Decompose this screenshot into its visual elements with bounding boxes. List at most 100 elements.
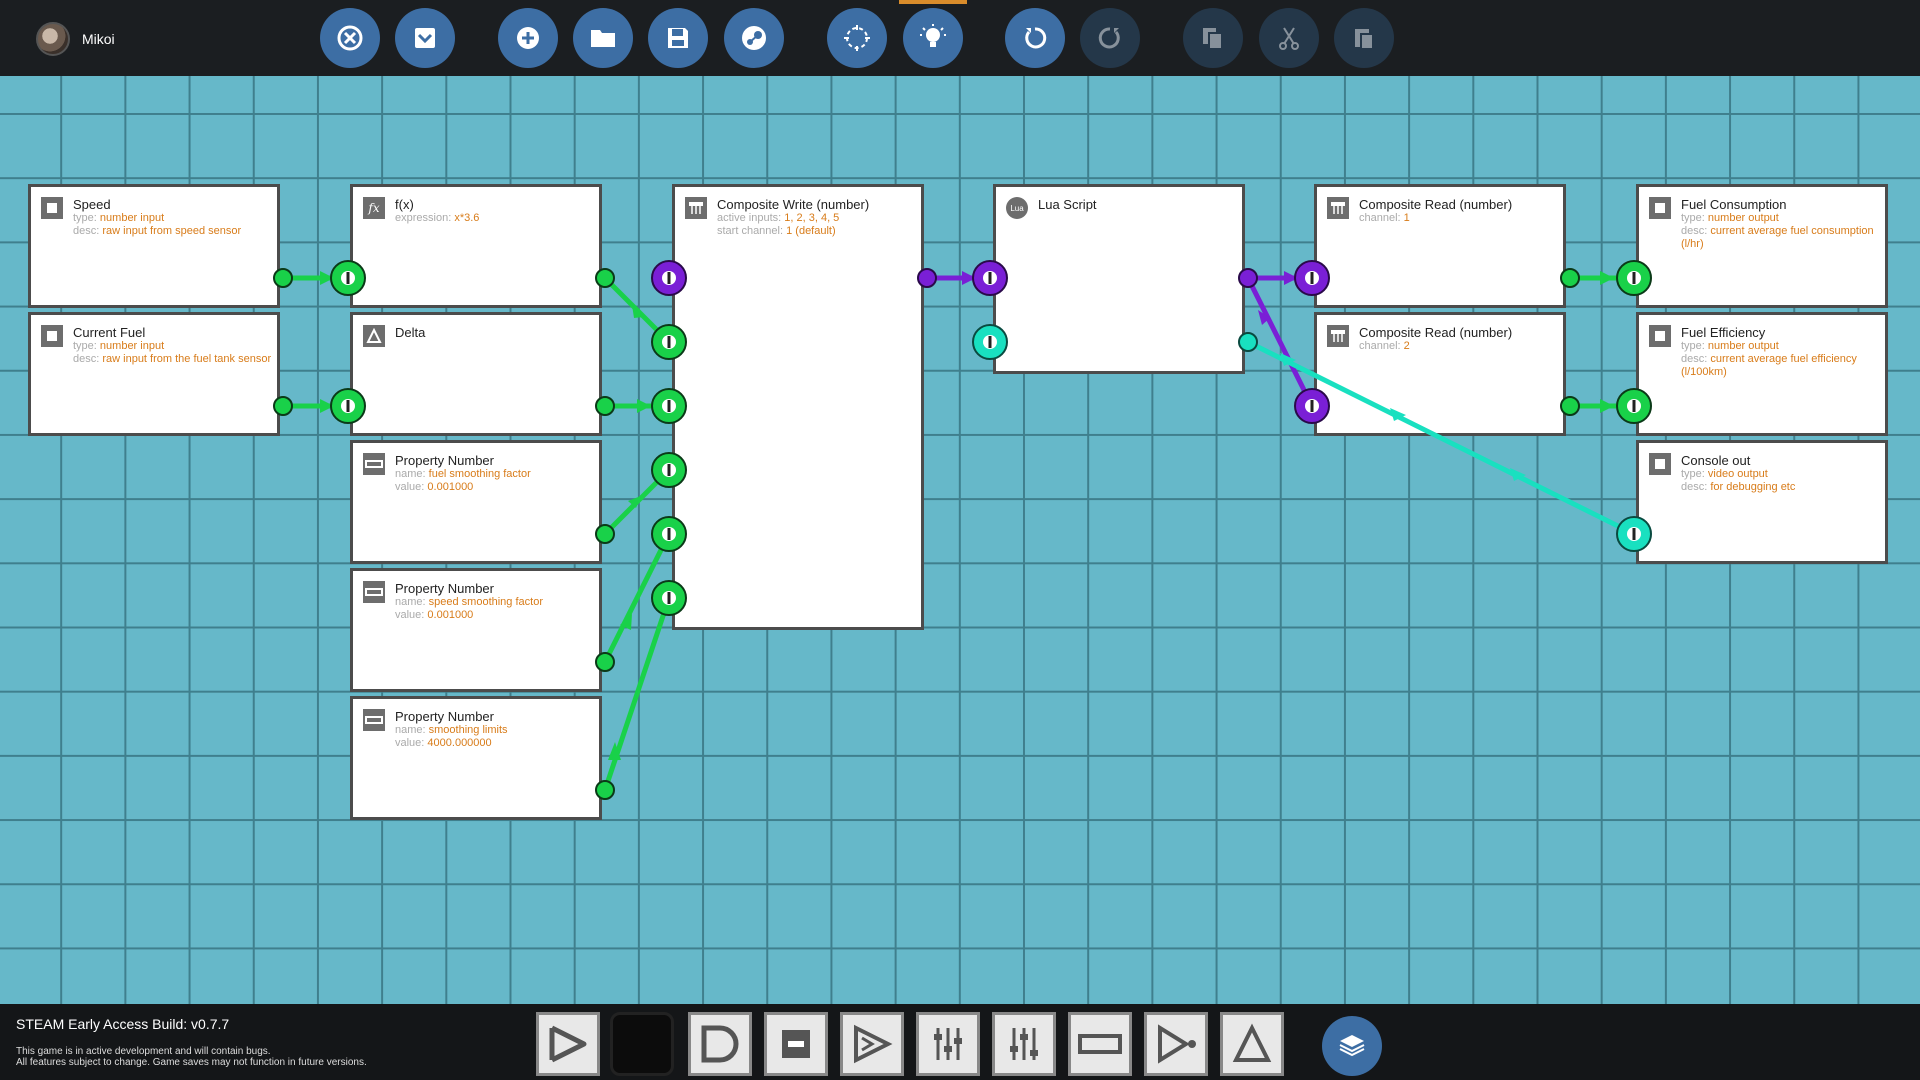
node-property-3[interactable]: Property Number name: smoothing limits va…	[350, 696, 602, 820]
blank-icon	[637, 1039, 647, 1049]
node-title: f(x)	[395, 197, 414, 212]
function-icon: fx	[363, 197, 385, 219]
close-button[interactable]	[320, 8, 380, 68]
select-icon	[844, 25, 870, 51]
node-property-2[interactable]: Property Number name: speed smoothing fa…	[350, 568, 602, 692]
node-composite-write[interactable]: Composite Write (number) active inputs: …	[672, 184, 924, 630]
node-title: Delta	[395, 325, 426, 340]
palette-sliders[interactable]	[916, 1012, 980, 1076]
palette-arrow[interactable]	[536, 1012, 600, 1076]
input-node-icon	[41, 197, 63, 219]
composite-write-icon	[685, 197, 707, 219]
composite-read-icon	[1327, 325, 1349, 347]
node-desc: channel: 2	[1359, 340, 1410, 352]
node-title: Property Number	[395, 709, 494, 724]
steam-button[interactable]	[724, 8, 784, 68]
node-speed[interactable]: Speed type: number input desc: raw input …	[28, 184, 280, 308]
node-desc: name: fuel smoothing factor value: 0.0010…	[395, 468, 531, 493]
palette-play-node[interactable]	[1144, 1012, 1208, 1076]
node-title: Composite Write (number)	[717, 197, 870, 212]
logic-canvas[interactable]	[0, 76, 1920, 1004]
build-info: STEAM Early Access Build: v0.7.7 This ga…	[16, 1016, 367, 1068]
split-icon	[854, 1024, 893, 1064]
output-node-icon	[1649, 197, 1671, 219]
node-title: Property Number	[395, 581, 494, 596]
delta-icon	[1232, 1023, 1272, 1062]
build-note: This game is in active development and w…	[16, 1046, 271, 1057]
save-button[interactable]	[648, 8, 708, 68]
palette-and-gate[interactable]	[688, 1012, 752, 1076]
select-button[interactable]	[827, 8, 887, 68]
property-icon	[1078, 1034, 1122, 1054]
undo-button[interactable]	[1005, 8, 1065, 68]
node-desc: type: video output desc: for debugging et…	[1681, 468, 1796, 493]
hint-button[interactable]	[899, 0, 967, 68]
arrow-icon	[549, 1025, 587, 1063]
lua-icon: Lua	[1006, 197, 1028, 219]
palette-sliders-2[interactable]	[992, 1012, 1056, 1076]
user-profile[interactable]: Mikoi	[36, 22, 115, 56]
grid-button[interactable]	[1322, 1016, 1382, 1076]
grid-icon	[1339, 1035, 1365, 1057]
node-current-fuel[interactable]: Current Fuel type: number input desc: raw…	[28, 312, 280, 436]
node-desc: channel: 1	[1359, 212, 1410, 224]
node-desc: expression: x*3.6	[395, 212, 480, 224]
node-composite-read-2[interactable]: Composite Read (number) channel: 2	[1314, 312, 1566, 436]
node-desc: type: number output desc: current average…	[1681, 340, 1857, 378]
input-node-icon	[41, 325, 63, 347]
node-lua-script[interactable]: Lua Lua Script	[993, 184, 1245, 374]
paste-icon	[1355, 29, 1374, 50]
node-desc: type: number input desc: raw input from s…	[73, 212, 242, 237]
cut-button[interactable]	[1259, 8, 1319, 68]
steam-icon	[742, 26, 766, 50]
add-button[interactable]	[498, 8, 558, 68]
node-title: Lua Script	[1038, 197, 1097, 212]
node-title: Current Fuel	[73, 325, 146, 340]
node-composite-read-1[interactable]: Composite Read (number) channel: 1	[1314, 184, 1566, 308]
dropdown-button[interactable]	[395, 8, 455, 68]
node-title: Composite Read (number)	[1359, 197, 1513, 212]
minus-icon	[782, 1030, 810, 1058]
palette-property[interactable]	[1068, 1012, 1132, 1076]
node-console-out[interactable]: Console out type: video output desc: for …	[1636, 440, 1888, 564]
paste-button[interactable]	[1334, 8, 1394, 68]
node-fx[interactable]: fx f(x) expression: x*3.6	[350, 184, 602, 308]
node-desc: type: number input desc: raw input from t…	[73, 340, 272, 365]
node-fuel-consumption[interactable]: Fuel Consumption type: number output desc…	[1636, 184, 1888, 308]
node-property-1[interactable]: Property Number name: fuel smoothing fac…	[350, 440, 602, 564]
chevron-down-icon	[415, 28, 435, 48]
sliders-icon	[934, 1028, 962, 1060]
node-delta[interactable]: Delta	[350, 312, 602, 436]
open-button[interactable]	[573, 8, 633, 68]
delta-icon	[363, 325, 385, 347]
top-toolbar: Mikoi	[0, 0, 1920, 76]
palette-minus[interactable]	[764, 1012, 828, 1076]
cut-icon	[1279, 27, 1299, 50]
node-title: Console out	[1681, 453, 1751, 468]
sliders2-icon	[1010, 1028, 1038, 1060]
bottom-bar: STEAM Early Access Build: v0.7.7 This ga…	[0, 1004, 1920, 1080]
play-node-icon	[1158, 1024, 1196, 1064]
redo-button[interactable]	[1080, 8, 1140, 68]
copy-button[interactable]	[1183, 8, 1243, 68]
node-desc: active inputs: 1, 2, 3, 4, 5 start channe…	[717, 212, 840, 237]
palette-delta[interactable]	[1220, 1012, 1284, 1076]
build-note: All features subject to change. Game sav…	[16, 1057, 367, 1068]
undo-icon	[1025, 27, 1047, 49]
property-icon	[363, 453, 385, 475]
redo-icon	[1098, 27, 1120, 49]
folder-icon	[591, 30, 615, 47]
node-title: Composite Read (number)	[1359, 325, 1513, 340]
node-fuel-efficiency[interactable]: Fuel Efficiency type: number output desc:…	[1636, 312, 1888, 436]
save-icon	[668, 28, 688, 48]
composite-read-icon	[1327, 197, 1349, 219]
node-title: Speed	[73, 197, 111, 212]
close-icon	[337, 25, 363, 51]
node-title: Property Number	[395, 453, 494, 468]
palette-blank[interactable]	[610, 1012, 674, 1076]
palette-split[interactable]	[840, 1012, 904, 1076]
copy-icon	[1203, 28, 1223, 50]
node-desc: name: smoothing limits value: 4000.000000	[395, 724, 508, 749]
node-desc: name: speed smoothing factor value: 0.001…	[395, 596, 543, 621]
username: Mikoi	[82, 31, 115, 47]
